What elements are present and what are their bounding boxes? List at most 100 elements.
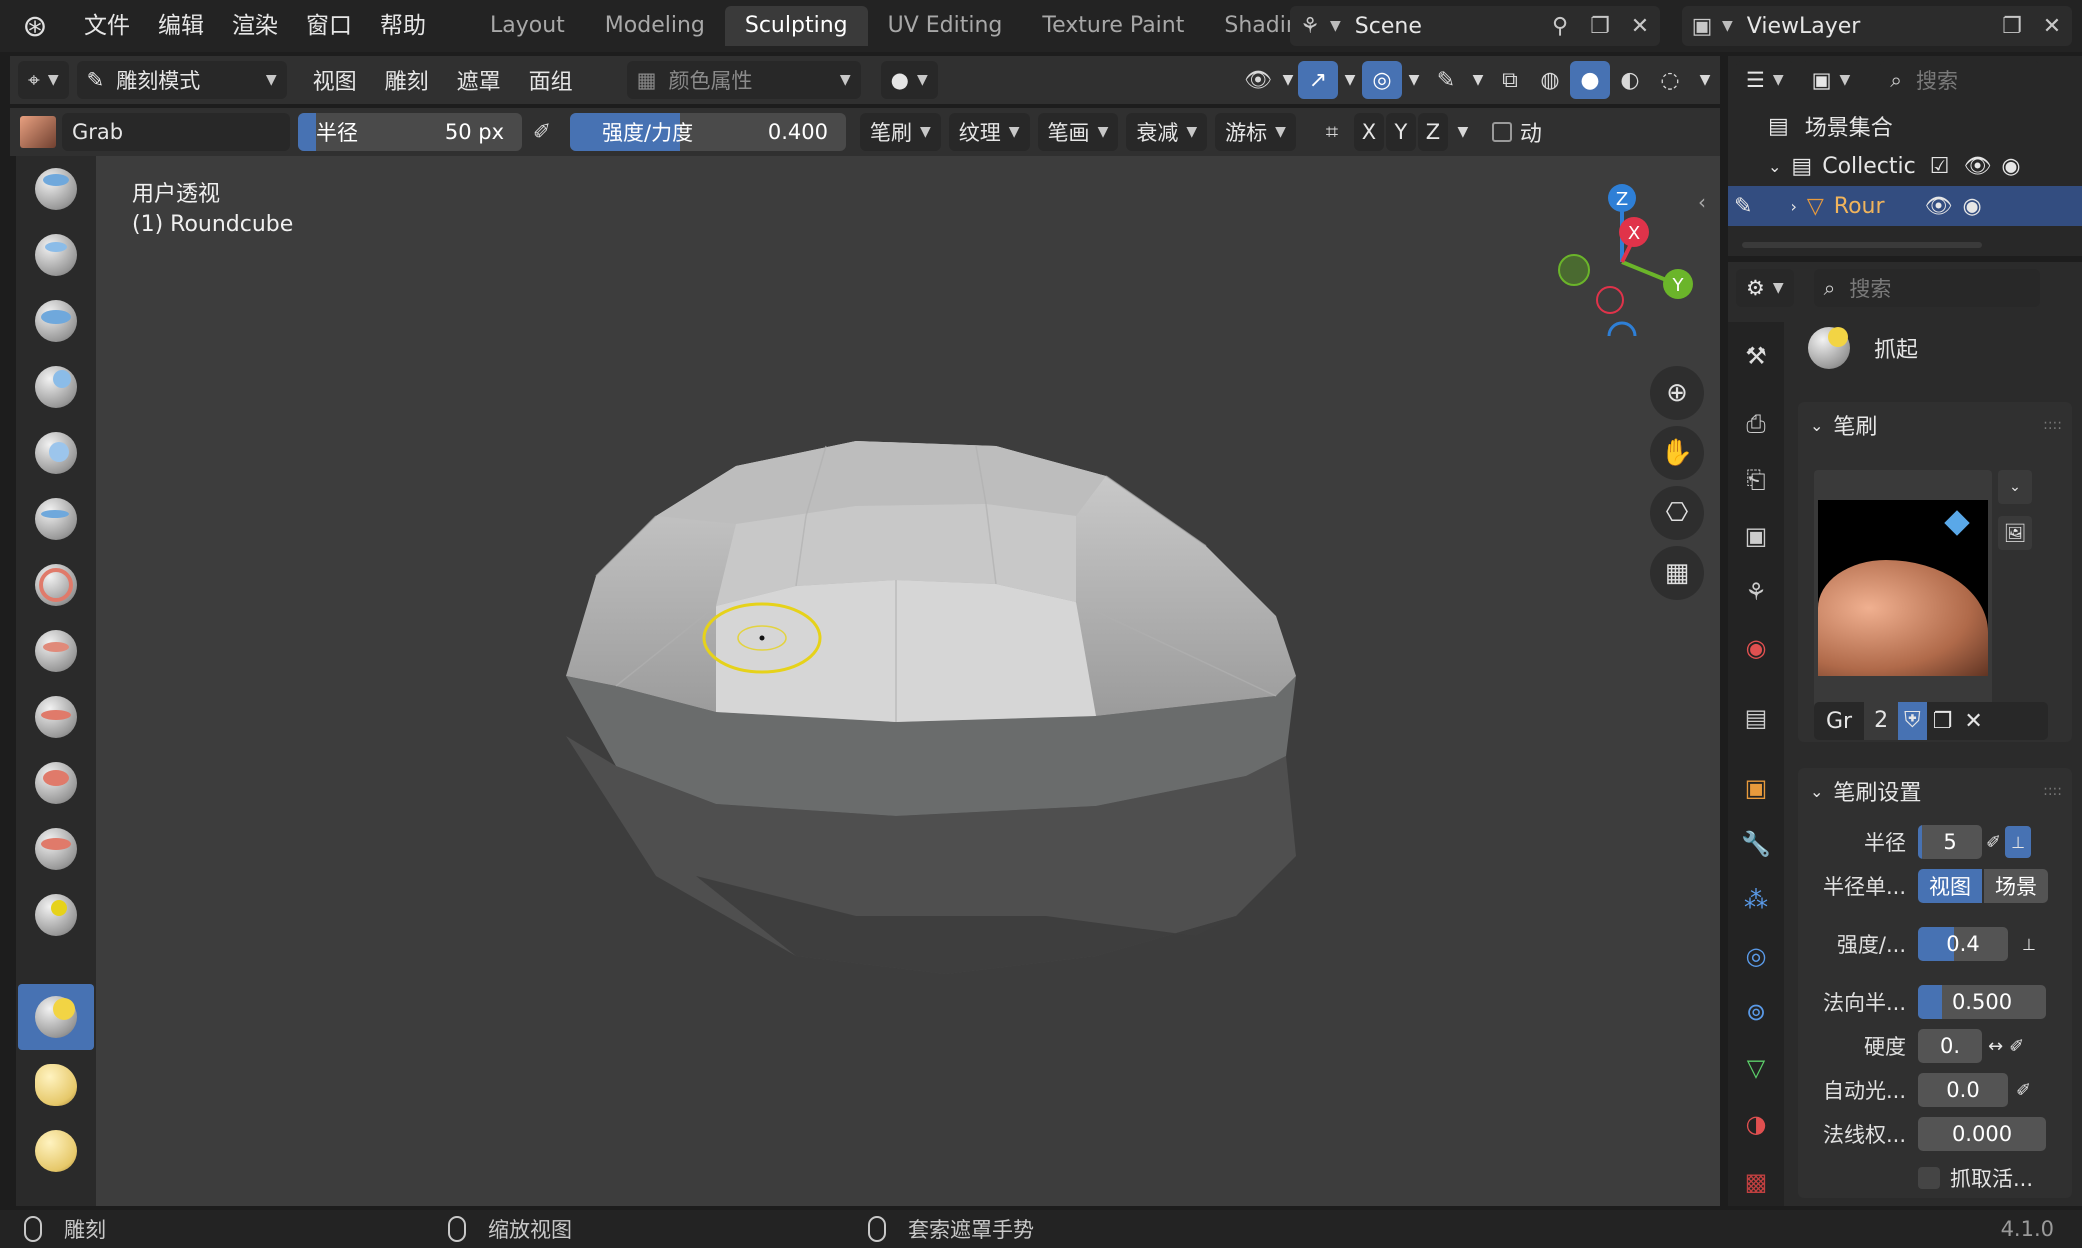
- drag-handle-icon[interactable]: ::::: [2043, 417, 2062, 433]
- close-icon[interactable]: ✕: [2032, 6, 2072, 46]
- symmetry-icon[interactable]: ⌗: [1312, 113, 1352, 151]
- outliner-collection[interactable]: ⌄ ▤ Collectic ☑ 👁 ◉: [1728, 146, 2082, 186]
- brush-settings-header[interactable]: ⌄ 笔刷设置 ::::: [1798, 768, 2072, 814]
- texture-tab-icon[interactable]: ▩: [1736, 1162, 1776, 1202]
- physics-tab-icon[interactable]: ◎: [1736, 936, 1776, 976]
- zoom-icon[interactable]: ⊕: [1650, 366, 1704, 420]
- chevron-right-icon[interactable]: ›: [1790, 197, 1796, 216]
- symmetry-x-toggle[interactable]: X: [1353, 113, 1384, 151]
- data-tab-icon[interactable]: ▽: [1736, 1048, 1776, 1088]
- fake-user-shield-icon[interactable]: ⛨: [1898, 702, 1927, 740]
- eye-icon[interactable]: 👁: [1963, 154, 1991, 179]
- stroke-dropdown[interactable]: 笔画 ▼: [1037, 113, 1119, 151]
- brush-users-count[interactable]: 2: [1864, 702, 1899, 740]
- brush-thumbnail[interactable]: [20, 116, 56, 148]
- strength-field[interactable]: 0.4: [1918, 927, 2008, 961]
- blender-logo-icon[interactable]: ⊛: [0, 0, 70, 52]
- solid-shading-icon[interactable]: ●: [1570, 61, 1610, 99]
- pressure-icon[interactable]: ✐: [2009, 1036, 2024, 1057]
- chevron-down-icon[interactable]: ▼: [1402, 61, 1426, 99]
- menu-mask[interactable]: 遮罩: [443, 64, 515, 96]
- new-scene-icon[interactable]: ❐: [1580, 6, 1620, 46]
- properties-search-input[interactable]: ⌕ 搜索: [1813, 269, 2040, 307]
- dyntopo-checkbox[interactable]: [1491, 122, 1512, 142]
- radius-slider[interactable]: 半径 50 px: [298, 113, 522, 151]
- view-layer-selector[interactable]: ▣ ▼ ViewLayer ❐ ✕: [1682, 6, 2072, 46]
- strength-lock-icon[interactable]: ⊥: [2016, 928, 2042, 960]
- tab-uv-editing[interactable]: UV Editing: [868, 6, 1023, 46]
- radius-field[interactable]: 5: [1918, 825, 1982, 859]
- tool-clay-thumb[interactable]: [18, 420, 94, 486]
- scene-selector[interactable]: ⚘ ▼ Scene ⚲ ❐ ✕: [1290, 6, 1660, 46]
- symmetry-y-toggle[interactable]: Y: [1385, 113, 1416, 151]
- texture-dropdown[interactable]: 纹理 ▼: [948, 113, 1030, 151]
- overlay-toggle-icon[interactable]: ◎: [1362, 61, 1402, 99]
- tab-layout[interactable]: Layout: [470, 6, 585, 46]
- tool-layer[interactable]: [18, 486, 94, 552]
- tool-draw[interactable]: [18, 156, 94, 222]
- outliner-scrollbar[interactable]: [1742, 242, 1982, 248]
- pressure-radius-icon[interactable]: ✐: [522, 113, 562, 151]
- brush-dropdown[interactable]: 笔刷 ▼: [860, 113, 941, 151]
- chevron-down-icon[interactable]: ▼: [1466, 61, 1490, 99]
- camera-render-icon[interactable]: ◉: [2001, 154, 2020, 179]
- visibility-icon[interactable]: 👁: [1238, 61, 1278, 99]
- constraints-tab-icon[interactable]: ⊚: [1736, 992, 1776, 1032]
- menu-file[interactable]: 文件: [70, 0, 144, 52]
- render-tab-icon[interactable]: ⎙: [1736, 404, 1776, 444]
- drag-handle-icon[interactable]: ::::: [2043, 783, 2062, 799]
- modifier-wrench-icon[interactable]: 🔧: [1736, 824, 1776, 864]
- brush-name-field[interactable]: Grab: [62, 113, 290, 151]
- symmetry-z-toggle[interactable]: Z: [1417, 113, 1448, 151]
- hardness-field[interactable]: 0.: [1918, 1029, 1982, 1063]
- pressure-icon[interactable]: ✐: [2016, 1080, 2031, 1101]
- editor-type-dropdown[interactable]: ⌖ ▼: [18, 61, 69, 99]
- chevron-down-icon[interactable]: ▼: [1278, 61, 1298, 99]
- close-icon[interactable]: ✕: [1958, 709, 1988, 734]
- navigation-gizmo[interactable]: Z X Y: [1536, 176, 1696, 336]
- tool-clay-strips[interactable]: [18, 354, 94, 420]
- menu-window[interactable]: 窗口: [292, 0, 366, 52]
- tab-modeling[interactable]: Modeling: [585, 6, 725, 46]
- pan-hand-icon[interactable]: ✋: [1650, 426, 1704, 480]
- camera-render-icon[interactable]: ◉: [1962, 194, 1981, 219]
- tab-sculpting[interactable]: Sculpting: [724, 6, 868, 46]
- tool-flatten[interactable]: [18, 816, 94, 882]
- radius-unit-view-button[interactable]: 视图: [1918, 869, 1982, 903]
- world-tab-icon[interactable]: ◉: [1736, 628, 1776, 668]
- xray-icon[interactable]: ⧉: [1490, 61, 1530, 99]
- display-mode-dropdown[interactable]: ▣ ▼: [1801, 61, 1861, 99]
- menu-edit[interactable]: 编辑: [144, 0, 218, 52]
- radius-unit-scene-button[interactable]: 场景: [1984, 869, 2048, 903]
- strength-slider[interactable]: 强度/力度 0.400: [570, 113, 846, 151]
- new-view-layer-icon[interactable]: ❐: [1992, 6, 2032, 46]
- tool-crease[interactable]: [18, 684, 94, 750]
- object-tab-icon[interactable]: ▣: [1736, 768, 1776, 808]
- tool-blob[interactable]: [18, 618, 94, 684]
- particles-tab-icon[interactable]: ⁂: [1736, 880, 1776, 920]
- tool-draw-sharp[interactable]: [18, 222, 94, 288]
- outliner-editor-type[interactable]: ☰ ▼: [1736, 61, 1794, 99]
- menu-sculpt[interactable]: 雕刻: [371, 64, 443, 96]
- grab-active-checkbox[interactable]: [1918, 1167, 1940, 1189]
- 3d-viewport[interactable]: 用户透视 (1) Roundcube Z X Y ‹ ⊕ ✋ ⎔ ▦: [96, 156, 1720, 1206]
- menu-view[interactable]: 视图: [299, 64, 371, 96]
- tool-grab[interactable]: [18, 984, 94, 1050]
- scene-tab-icon[interactable]: ⚘: [1736, 572, 1776, 612]
- mode-dropdown[interactable]: ✎ 雕刻模式 ▼: [76, 61, 287, 99]
- material-tab-icon[interactable]: ◑: [1736, 1104, 1776, 1144]
- chevron-down-icon[interactable]: ▼: [1448, 113, 1478, 151]
- tool-snake-hook[interactable]: [18, 1052, 94, 1118]
- material-shading-icon[interactable]: ◐: [1610, 61, 1650, 99]
- output-tab-icon[interactable]: ⎗: [1736, 460, 1776, 500]
- brush-image-icon[interactable]: 🖼: [1998, 516, 2032, 550]
- radius-lock-icon[interactable]: ⊥: [2005, 826, 2032, 858]
- checkbox-icon[interactable]: ☑: [1930, 154, 1950, 179]
- roundcube-mesh[interactable]: [96, 156, 1720, 1206]
- falloff-dropdown[interactable]: 衰减 ▼: [1126, 113, 1208, 151]
- sculpt-overlay-icon[interactable]: ✎: [1426, 61, 1466, 99]
- tool-thumb[interactable]: [18, 1118, 94, 1184]
- shading-mode-dropdown[interactable]: ● ▼: [880, 61, 938, 99]
- rendered-shading-icon[interactable]: ◌: [1650, 61, 1690, 99]
- eye-icon[interactable]: 👁: [1925, 194, 1953, 219]
